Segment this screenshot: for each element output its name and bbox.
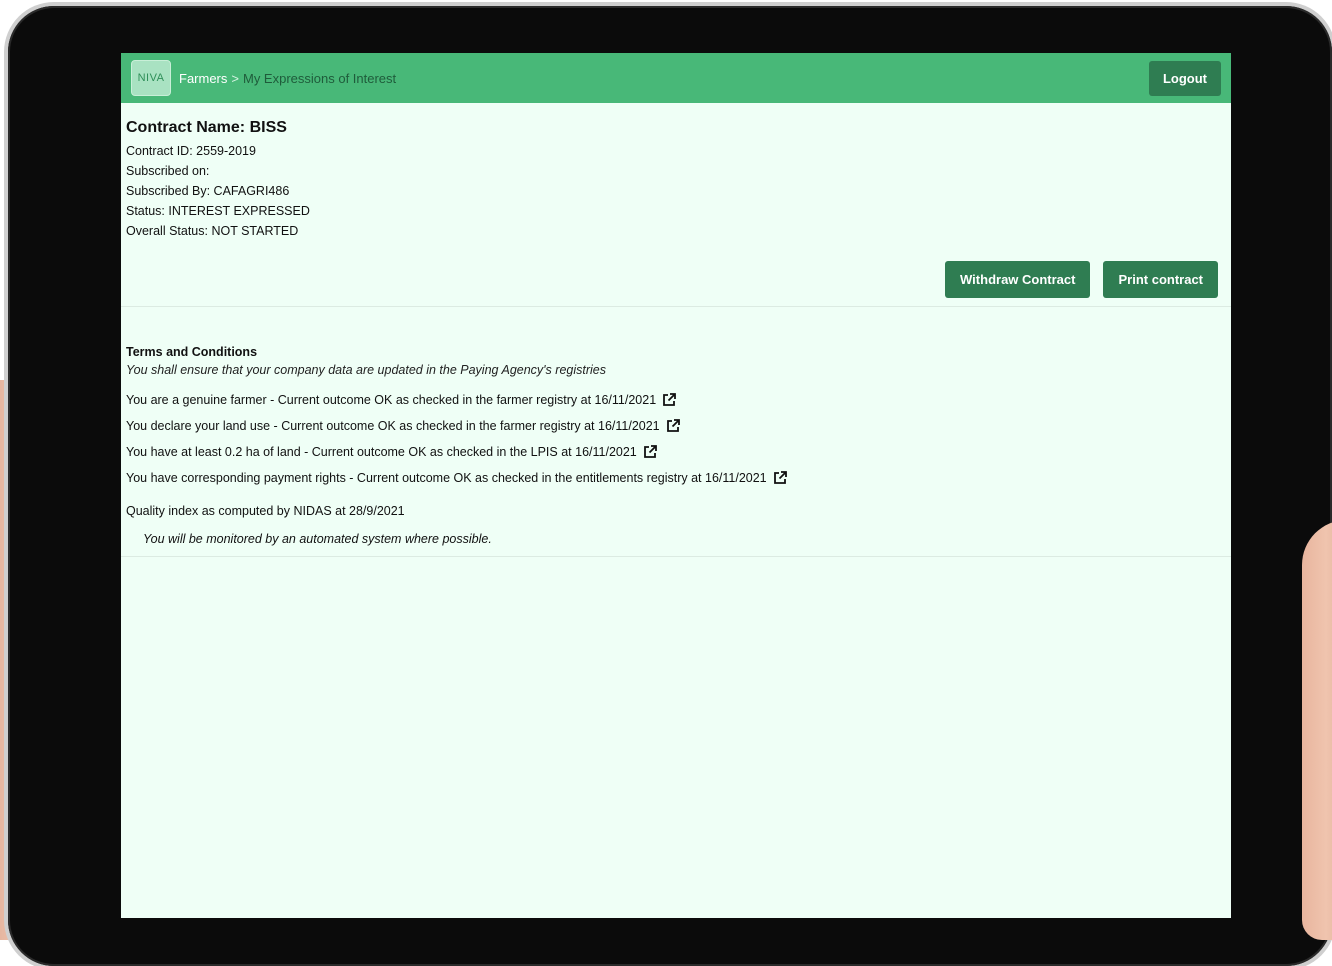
term-text: You have at least 0.2 ha of land - Curre… <box>126 445 637 459</box>
breadcrumb-current[interactable]: My Expressions of Interest <box>243 71 396 86</box>
overall-status: Overall Status: NOT STARTED <box>126 224 299 238</box>
logout-button[interactable]: Logout <box>1148 60 1221 96</box>
withdraw-contract-button[interactable]: Withdraw Contract <box>945 261 1091 298</box>
app-screen: NIVA Farmers > My Expressions of Interest … <box>121 53 1231 918</box>
niva-logo[interactable]: NIVA <box>131 60 171 96</box>
terms-heading: Terms and Conditions <box>126 345 258 359</box>
breadcrumb-separator: > <box>231 70 239 86</box>
contract-name: Contract Name: BISS <box>126 119 287 136</box>
external-link-icon[interactable] <box>643 445 657 459</box>
term-item: You are a genuine farmer - Current outco… <box>126 387 1226 413</box>
term-item: You have corresponding payment rights - … <box>126 465 1226 491</box>
print-contract-button[interactable]: Print contract <box>1103 261 1218 298</box>
external-link-icon[interactable] <box>773 471 787 485</box>
term-item: You have at least 0.2 ha of land - Curre… <box>126 439 1226 465</box>
breadcrumb: Farmers > My Expressions of Interest <box>179 71 396 86</box>
status: Status: INTEREST EXPRESSED <box>126 204 310 218</box>
term-text: You declare your land use - Current outc… <box>126 419 660 433</box>
divider <box>121 556 1231 557</box>
external-link-icon[interactable] <box>666 419 680 433</box>
contract-details: Contract Name: BISS Contract ID: 2559-20… <box>121 103 1231 298</box>
breadcrumb-farmers[interactable]: Farmers <box>179 71 227 86</box>
subscribed-on: Subscribed on: <box>126 164 210 178</box>
action-buttons: Withdraw Contract Print contract <box>126 261 1226 298</box>
navbar: NIVA Farmers > My Expressions of Interest … <box>121 53 1231 103</box>
terms-subheading: You shall ensure that your company data … <box>126 363 606 377</box>
terms-section: Terms and Conditions You shall ensure th… <box>121 307 1231 549</box>
term-text: You have corresponding payment rights - … <box>126 471 767 485</box>
subscribed-by: Subscribed By: CAFAGRI486 <box>126 184 290 198</box>
monitoring-note: You will be monitored by an automated sy… <box>143 532 492 546</box>
term-item: You declare your land use - Current outc… <box>126 413 1226 439</box>
right-hand <box>1302 520 1332 940</box>
term-text: You are a genuine farmer - Current outco… <box>126 393 657 407</box>
external-link-icon[interactable] <box>662 393 677 407</box>
quality-index: Quality index as computed by NIDAS at 28… <box>126 504 405 518</box>
contract-id: Contract ID: 2559-2019 <box>126 144 256 158</box>
